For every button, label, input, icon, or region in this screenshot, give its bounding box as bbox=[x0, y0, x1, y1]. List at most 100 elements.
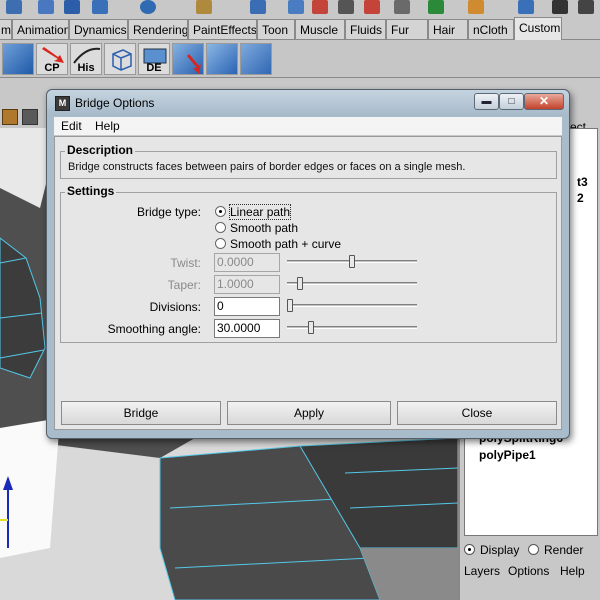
slider-thumb[interactable] bbox=[308, 321, 314, 334]
smoothing-angle-label: Smoothing angle: bbox=[107, 322, 201, 336]
tool-icon[interactable] bbox=[518, 0, 534, 14]
shelf-tab-muscle[interactable]: Muscle bbox=[295, 19, 345, 39]
tool-icon[interactable] bbox=[312, 0, 328, 14]
tool-icon[interactable] bbox=[250, 0, 266, 14]
tool-icon[interactable] bbox=[552, 0, 568, 14]
shelf-tab-ncloth[interactable]: nCloth bbox=[468, 19, 514, 39]
dialog-title: Bridge Options bbox=[75, 96, 155, 110]
radio-dot bbox=[215, 238, 226, 249]
outliner-item-partial[interactable]: 2 bbox=[577, 191, 584, 205]
twist-field: 0.0000 bbox=[214, 253, 280, 272]
maximize-button[interactable]: □ bbox=[499, 93, 524, 110]
shelf-tab-toon[interactable]: Toon bbox=[257, 19, 295, 39]
bridge-button[interactable]: Bridge bbox=[61, 401, 221, 425]
cp-shelf-icon[interactable]: CP bbox=[36, 43, 68, 75]
tool-icon[interactable] bbox=[338, 0, 354, 14]
shelf-icon-label: DE bbox=[146, 62, 162, 74]
tool-icon[interactable] bbox=[92, 0, 108, 14]
settings-group: Settings Bridge type: Linear path Smooth… bbox=[60, 184, 557, 343]
red-arrow-icon bbox=[187, 54, 201, 74]
shelf-tab-fur[interactable]: Fur bbox=[386, 19, 428, 39]
tool-icon[interactable] bbox=[6, 0, 22, 14]
render-label: Render bbox=[544, 543, 584, 557]
delete-edge-shelf-icon[interactable]: DE bbox=[138, 43, 170, 75]
cube-icon bbox=[112, 49, 132, 71]
render-radio[interactable] bbox=[528, 544, 539, 555]
minimize-button[interactable]: ▬ bbox=[474, 93, 499, 110]
outliner-item[interactable]: polyPipe1 bbox=[479, 448, 536, 462]
tool-icon[interactable] bbox=[38, 0, 54, 14]
extrude-shelf-icon[interactable] bbox=[172, 43, 204, 75]
bridge-options-dialog: M Bridge Options ▬ □ ✕ Edit Help Descrip… bbox=[46, 89, 570, 439]
slider-track bbox=[287, 304, 417, 307]
tool-icon[interactable] bbox=[394, 0, 410, 14]
shelf-tab-hair[interactable]: Hair bbox=[428, 19, 468, 39]
shelf-tab-dynamics[interactable]: Dynamics bbox=[69, 19, 128, 39]
close-button[interactable]: Close bbox=[397, 401, 557, 425]
tool-icon[interactable] bbox=[468, 0, 484, 14]
shelf-tab-fluids[interactable]: Fluids bbox=[345, 19, 386, 39]
maximize-icon: □ bbox=[508, 96, 515, 107]
radio-label: Smooth path + curve bbox=[230, 237, 342, 251]
divisions-field[interactable]: 0 bbox=[214, 297, 280, 316]
smooth-shelf-icon[interactable] bbox=[206, 43, 238, 75]
twist-label: Twist: bbox=[170, 256, 201, 270]
radio-dot bbox=[215, 206, 226, 217]
outliner-item-partial[interactable]: t3 bbox=[577, 175, 588, 189]
checker-icon[interactable] bbox=[22, 109, 38, 125]
twist-slider bbox=[287, 255, 417, 269]
tool-icon[interactable] bbox=[288, 0, 304, 14]
display-radio[interactable] bbox=[464, 544, 475, 555]
menu-help[interactable]: Help bbox=[95, 119, 120, 133]
panel-toolbar bbox=[0, 106, 52, 128]
close-window-button[interactable]: ✕ bbox=[524, 93, 564, 110]
tool-icon[interactable] bbox=[578, 0, 594, 14]
shelf-tab-animation[interactable]: Animation bbox=[12, 19, 69, 39]
description-text: Bridge constructs faces between pairs of… bbox=[68, 161, 466, 173]
shelf-tab-rendering[interactable]: Rendering bbox=[128, 19, 188, 39]
slider-track bbox=[287, 282, 417, 285]
slider-thumb bbox=[297, 277, 303, 290]
box-icon[interactable] bbox=[2, 109, 18, 125]
shelf-tab-painteffects[interactable]: PaintEffects bbox=[188, 19, 257, 39]
divisions-label: Divisions: bbox=[149, 300, 201, 314]
display-label: Display bbox=[480, 543, 520, 557]
shelf-tab-custom[interactable]: Custom bbox=[514, 17, 562, 40]
title-bar[interactable]: M Bridge Options ▬ □ ✕ bbox=[47, 90, 569, 116]
divisions-slider[interactable] bbox=[287, 299, 417, 313]
dialog-menubar: Edit Help bbox=[54, 117, 562, 136]
menu-edit[interactable]: Edit bbox=[61, 119, 82, 133]
tool-icon[interactable] bbox=[428, 0, 444, 14]
tool-icon[interactable] bbox=[364, 0, 380, 14]
bridge-shelf-icon[interactable] bbox=[2, 43, 34, 75]
maya-app-icon: M bbox=[55, 96, 70, 111]
options-menu[interactable]: Options bbox=[508, 564, 549, 578]
radio-label: Linear path bbox=[228, 204, 292, 220]
smoothing-angle-slider[interactable] bbox=[287, 321, 417, 335]
bridge-type-label: Bridge type: bbox=[136, 205, 201, 219]
close-icon: ✕ bbox=[538, 94, 550, 108]
shelf-tab[interactable]: m bbox=[0, 19, 12, 39]
shelf-icon-label: His bbox=[77, 62, 95, 74]
radio-dot bbox=[215, 222, 226, 233]
tool-icon[interactable] bbox=[196, 0, 212, 14]
help-menu[interactable]: Help bbox=[560, 564, 585, 578]
taper-slider bbox=[287, 277, 417, 291]
apply-button[interactable]: Apply bbox=[227, 401, 391, 425]
history-shelf-icon[interactable]: His bbox=[70, 43, 102, 75]
tool-icon[interactable] bbox=[64, 0, 80, 14]
sphere-icon[interactable] bbox=[140, 0, 156, 14]
cube-wire-shelf-icon[interactable] bbox=[104, 43, 136, 75]
layers-menu[interactable]: Layers bbox=[464, 564, 500, 578]
taper-label: Taper: bbox=[167, 278, 201, 292]
slider-thumb[interactable] bbox=[287, 299, 293, 312]
radio-label: Smooth path bbox=[230, 221, 299, 235]
slider-track bbox=[287, 326, 417, 329]
dialog-body: Description Bridge constructs faces betw… bbox=[54, 136, 562, 430]
merge-shelf-icon[interactable] bbox=[240, 43, 272, 75]
main-toolbar-icons bbox=[0, 0, 600, 18]
smoothing-angle-field[interactable]: 30.0000 bbox=[214, 319, 280, 338]
shelf-bar: CP His DE bbox=[0, 40, 600, 78]
shelf-tabs: m Animation Dynamics Rendering PaintEffe… bbox=[0, 17, 600, 40]
minimize-icon: ▬ bbox=[481, 96, 492, 107]
